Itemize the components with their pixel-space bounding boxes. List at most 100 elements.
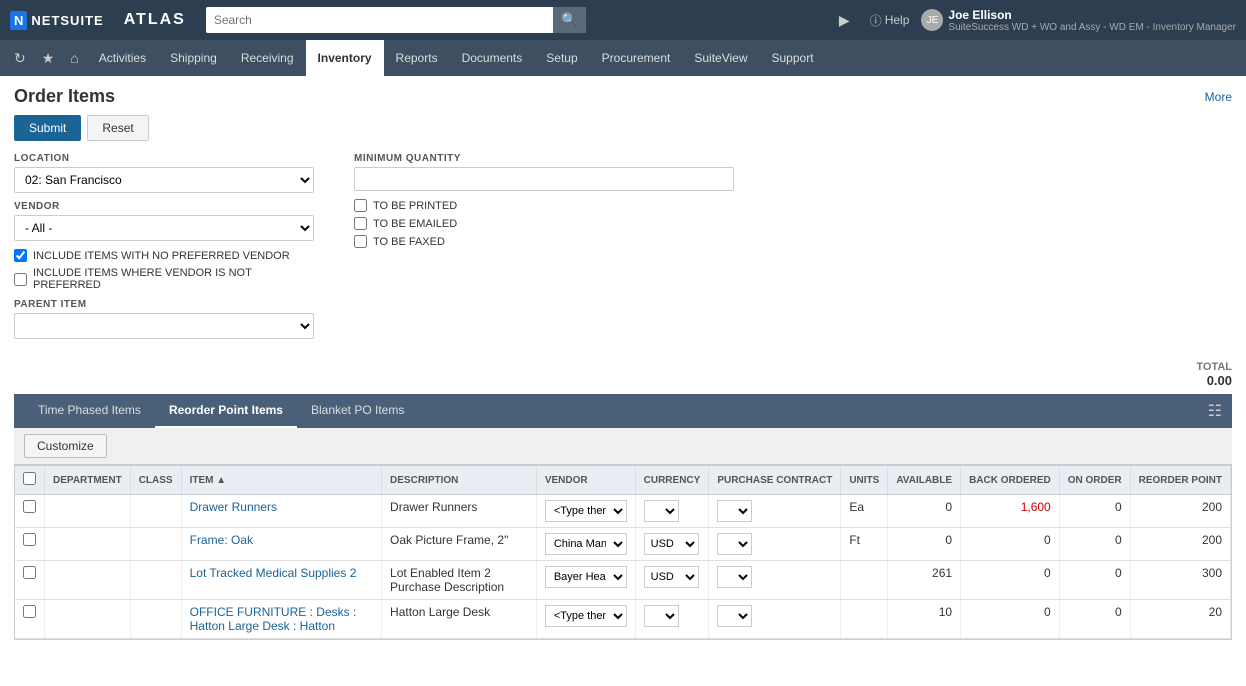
item-link[interactable]: Lot Tracked Medical Supplies 2: [190, 566, 357, 580]
row-currency: USD: [635, 561, 709, 600]
tab-reorder-point[interactable]: Reorder Point Items: [155, 394, 297, 428]
search-input[interactable]: [206, 8, 553, 32]
item-link[interactable]: OFFICE FURNITURE : Desks : Hatton Large …: [190, 605, 357, 633]
row-checkbox[interactable]: [23, 500, 36, 513]
user-menu[interactable]: JE Joe Ellison SuiteSuccess WD + WO and …: [921, 8, 1236, 33]
ns-logo-box: N: [10, 11, 27, 30]
row-currency-select[interactable]: USD: [644, 533, 699, 555]
row-vendor-select[interactable]: Bayer Health Care: [545, 566, 627, 588]
ns-logo-text: NETSUITE: [31, 13, 103, 28]
nav-home-icon[interactable]: ⌂: [62, 40, 86, 76]
favorites-icon[interactable]: ★: [34, 40, 63, 76]
tabs-bar: Time Phased Items Reorder Point Items Bl…: [14, 394, 1232, 428]
user-name: Joe Ellison: [948, 8, 1236, 22]
location-select[interactable]: 02: San Francisco: [14, 167, 314, 193]
help-label: Help: [885, 13, 910, 27]
row-item: Drawer Runners: [181, 495, 381, 528]
parent-item-select[interactable]: [14, 313, 314, 339]
th-description: DESCRIPTION: [382, 466, 537, 495]
search-bar: 🔍: [206, 7, 586, 33]
row-contract-select[interactable]: [717, 605, 752, 627]
row-contract-select[interactable]: [717, 566, 752, 588]
help-button[interactable]: ⓘ Help: [870, 12, 910, 29]
row-checkbox-cell: [15, 528, 45, 561]
row-department: [45, 600, 131, 639]
row-checkbox-cell: [15, 561, 45, 600]
table-header: DEPARTMENT CLASS ITEM ▲ DESCRIPTION VEND…: [15, 466, 1231, 495]
nav-procurement[interactable]: Procurement: [590, 40, 683, 76]
nav-inventory[interactable]: Inventory: [306, 40, 384, 76]
to-be-printed-checkbox[interactable]: [354, 199, 367, 212]
row-vendor: China Manufacturer: [536, 528, 635, 561]
to-be-emailed-checkbox[interactable]: [354, 217, 367, 230]
top-right-controls: ▶ ⓘ Help JE Joe Ellison SuiteSuccess WD …: [831, 2, 1236, 38]
tab-time-phased[interactable]: Time Phased Items: [24, 394, 155, 428]
row-vendor-select[interactable]: <Type then tab>: [545, 500, 627, 522]
nav-shipping[interactable]: Shipping: [158, 40, 229, 76]
row-checkbox[interactable]: [23, 533, 36, 546]
item-link[interactable]: Frame: Oak: [190, 533, 253, 547]
nav-documents[interactable]: Documents: [450, 40, 535, 76]
row-vendor-select[interactable]: China Manufacturer: [545, 533, 627, 555]
row-vendor-select[interactable]: <Type then tab>: [545, 605, 627, 627]
home-icon[interactable]: ↻: [6, 40, 34, 76]
table-grid-icon[interactable]: ☷: [1208, 401, 1222, 421]
item-link[interactable]: Drawer Runners: [190, 500, 277, 514]
row-vendor: Bayer Health Care: [536, 561, 635, 600]
row-contract-select[interactable]: [717, 533, 752, 555]
include-not-preferred-row: INCLUDE ITEMS WHERE VENDOR IS NOT PREFER…: [14, 267, 314, 291]
table-row: Drawer Runners Drawer Runners <Type then…: [15, 495, 1231, 528]
vendor-select[interactable]: - All -: [14, 215, 314, 241]
row-units: Ea: [841, 495, 888, 528]
row-on-order: 0: [1059, 528, 1130, 561]
th-available: AVAILABLE: [888, 466, 961, 495]
submit-button[interactable]: Submit: [14, 115, 81, 141]
row-contract-select[interactable]: [717, 500, 752, 522]
row-available: 261: [888, 561, 961, 600]
row-currency-select[interactable]: [644, 500, 679, 522]
user-avatar: JE: [921, 9, 943, 31]
row-currency-select[interactable]: [644, 605, 679, 627]
row-item: OFFICE FURNITURE : Desks : Hatton Large …: [181, 600, 381, 639]
nav-suiteview[interactable]: SuiteView: [682, 40, 759, 76]
tab-blanket-po[interactable]: Blanket PO Items: [297, 394, 418, 428]
th-reorder-point: REORDER POINT: [1130, 466, 1230, 495]
row-vendor: <Type then tab>: [536, 600, 635, 639]
reset-button[interactable]: Reset: [87, 115, 148, 141]
row-checkbox-cell: [15, 495, 45, 528]
nav-support[interactable]: Support: [760, 40, 826, 76]
recent-icon[interactable]: ▶: [831, 2, 858, 38]
parent-item-label: PARENT ITEM: [14, 299, 314, 310]
row-description: Oak Picture Frame, 2": [382, 528, 537, 561]
row-purchase-contract: [709, 561, 841, 600]
row-department: [45, 528, 131, 561]
location-label: LOCATION: [14, 153, 314, 164]
row-back-ordered: 0: [961, 528, 1060, 561]
to-be-faxed-checkbox[interactable]: [354, 235, 367, 248]
th-purchase-contract: PURCHASE CONTRACT: [709, 466, 841, 495]
nav-receiving[interactable]: Receiving: [229, 40, 306, 76]
table-body: Drawer Runners Drawer Runners <Type then…: [15, 495, 1231, 639]
more-link[interactable]: More: [1205, 90, 1232, 104]
include-no-preferred-checkbox[interactable]: [14, 249, 27, 262]
total-label: TOTAL: [14, 361, 1232, 373]
th-vendor: VENDOR: [536, 466, 635, 495]
row-reorder-point: 200: [1130, 495, 1230, 528]
include-not-preferred-checkbox[interactable]: [14, 273, 27, 286]
min-qty-input[interactable]: [354, 167, 734, 191]
row-checkbox[interactable]: [23, 605, 36, 618]
nav-reports[interactable]: Reports: [384, 40, 450, 76]
to-be-faxed-label: TO BE FAXED: [373, 236, 445, 248]
search-button[interactable]: 🔍: [553, 7, 586, 33]
nav-setup[interactable]: Setup: [534, 40, 589, 76]
row-currency: [635, 495, 709, 528]
row-units: Ft: [841, 528, 888, 561]
customize-button[interactable]: Customize: [24, 434, 107, 458]
row-item: Lot Tracked Medical Supplies 2: [181, 561, 381, 600]
nav-activities[interactable]: Activities: [87, 40, 158, 76]
row-checkbox[interactable]: [23, 566, 36, 579]
row-back-ordered: 1,600: [961, 495, 1060, 528]
row-currency-select[interactable]: USD: [644, 566, 699, 588]
select-all-checkbox[interactable]: [23, 472, 36, 485]
to-be-printed-label: TO BE PRINTED: [373, 200, 457, 212]
